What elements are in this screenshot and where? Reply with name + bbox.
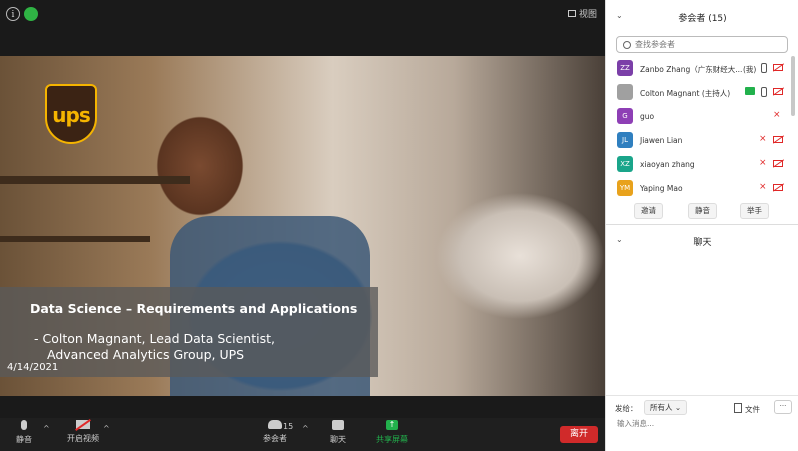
file-label: 文件	[745, 405, 760, 414]
participants-header: ⌄ 参会者 (15)	[606, 0, 798, 30]
chat-button[interactable]: 聊天	[330, 420, 346, 445]
meeting-toolbar: 静音 ^ 开启视频 ^ 参会者 15 ^ 聊天 ↑ 共享屏幕 离开	[0, 418, 605, 451]
participant-row[interactable]: ZZ Zanbo Zhang（广东财经大... (我)	[606, 56, 789, 80]
avatar	[617, 84, 633, 100]
file-button[interactable]: 文件	[734, 403, 760, 415]
slide-subtitle-line1: - Colton Magnant, Lead Data Scientist,	[34, 331, 275, 346]
slide-subtitle-line2: Advanced Analytics Group, UPS	[47, 347, 245, 362]
info-icon[interactable]: i	[6, 7, 20, 21]
avatar: JL	[617, 132, 633, 148]
participant-actions: 邀请 静音 举手	[606, 200, 798, 220]
share-screen-icon: ↑	[386, 420, 398, 430]
avatar: YM	[617, 180, 633, 196]
screen-share-icon	[745, 87, 755, 95]
share-screen-label: 共享屏幕	[376, 435, 408, 444]
participant-row[interactable]: XZ xiaoyan zhang ⨯	[606, 152, 789, 176]
video-off-icon	[773, 88, 783, 95]
mute-button[interactable]: 静音	[16, 420, 32, 445]
send-to-select[interactable]: 所有人 ⌄	[644, 400, 688, 415]
microphone-muted-icon[interactable]: ⨯	[759, 159, 767, 168]
participant-search-box[interactable]	[616, 36, 788, 53]
participant-self-tag: (我)	[743, 65, 757, 74]
microphone-icon[interactable]	[761, 87, 767, 97]
chat-messages-area	[606, 252, 798, 392]
participants-count: 15	[283, 422, 294, 431]
view-button[interactable]: 视图	[567, 7, 597, 20]
shield-icon[interactable]	[24, 7, 38, 21]
microphone-icon	[21, 420, 27, 430]
participant-list-scrollbar[interactable]	[791, 56, 795, 116]
mute-all-button[interactable]: 静音	[688, 203, 717, 219]
participant-row[interactable]: Colton Magnant (主持人)	[606, 80, 789, 104]
chat-message-input[interactable]	[615, 418, 789, 429]
background-shelf	[0, 176, 190, 184]
panel-divider	[606, 224, 798, 225]
meeting-main-area: i 视图 ups Data Science – Requirements and…	[0, 0, 605, 451]
more-options-button[interactable]: ···	[774, 400, 792, 414]
start-video-label: 开启视频	[67, 434, 99, 443]
participant-search-input[interactable]	[633, 39, 787, 50]
send-to-value: 所有人	[650, 403, 673, 412]
ups-logo: ups	[45, 84, 97, 144]
chat-divider	[606, 395, 798, 396]
video-off-icon	[773, 184, 783, 191]
chat-label: 聊天	[330, 435, 346, 444]
avatar: XZ	[617, 156, 633, 172]
participant-row[interactable]: G guo ⨯	[606, 104, 789, 128]
participant-name: guo	[640, 112, 655, 121]
slide-title-overlay: Data Science – Requirements and Applicat…	[0, 287, 378, 377]
microphone-muted-icon[interactable]: ⨯	[759, 135, 767, 144]
mute-label: 静音	[16, 435, 32, 444]
participant-name: Zanbo Zhang（广东财经大...	[640, 65, 743, 74]
video-off-icon	[773, 64, 783, 71]
invite-button[interactable]: 邀请	[634, 203, 663, 219]
slide-title: Data Science – Requirements and Applicat…	[30, 301, 358, 316]
side-panel: ⌄ 参会者 (15) ZZ Zanbo Zhang（广东财经大... (我) C…	[605, 0, 798, 451]
participant-name: Jiawen Lian	[640, 136, 683, 145]
grid-icon	[567, 10, 576, 17]
leave-button[interactable]: 离开	[560, 426, 598, 443]
mute-options-caret[interactable]: ^	[43, 424, 50, 433]
microphone-icon[interactable]	[761, 63, 767, 73]
start-video-button[interactable]: 开启视频	[67, 420, 99, 444]
participant-row[interactable]: YM Yaping Mao ⨯	[606, 176, 789, 196]
raise-hand-button[interactable]: 举手	[740, 203, 769, 219]
share-screen-button[interactable]: ↑ 共享屏幕	[376, 420, 408, 445]
chat-bubble-icon	[332, 420, 344, 430]
avatar: ZZ	[617, 60, 633, 76]
participants-label: 参会者	[263, 434, 287, 443]
participant-row[interactable]: JL Jiawen Lian ⨯	[606, 128, 789, 152]
microphone-muted-icon[interactable]: ⨯	[759, 183, 767, 192]
file-icon	[734, 403, 742, 413]
avatar: G	[617, 108, 633, 124]
participant-name: Colton Magnant (主持人)	[640, 89, 731, 98]
chat-header: ⌄ 聊天	[606, 228, 798, 250]
slide-date: 4/14/2021	[7, 362, 59, 373]
meeting-topbar: i 视图	[0, 0, 605, 28]
participant-list: ZZ Zanbo Zhang（广东财经大... (我) Colton Magna…	[606, 56, 789, 196]
participant-name: Yaping Mao	[640, 184, 683, 193]
chevron-down-icon: ⌄	[674, 403, 682, 412]
shared-screen-video: ups Data Science – Requirements and Appl…	[0, 56, 605, 396]
video-off-icon	[773, 160, 783, 167]
participants-title: 参会者 (15)	[678, 14, 727, 24]
send-to-label: 发给：	[615, 404, 638, 413]
video-off-icon	[76, 420, 90, 429]
people-icon	[268, 420, 282, 429]
background-shelf	[0, 236, 150, 242]
participants-options-caret[interactable]: ^	[302, 424, 309, 433]
view-label: 视图	[578, 10, 597, 20]
video-options-caret[interactable]: ^	[103, 424, 110, 433]
search-icon	[623, 41, 631, 49]
video-off-icon	[773, 136, 783, 143]
participant-name: xiaoyan zhang	[640, 160, 695, 169]
microphone-muted-icon[interactable]: ⨯	[773, 111, 781, 120]
chat-title: 聊天	[693, 238, 712, 248]
